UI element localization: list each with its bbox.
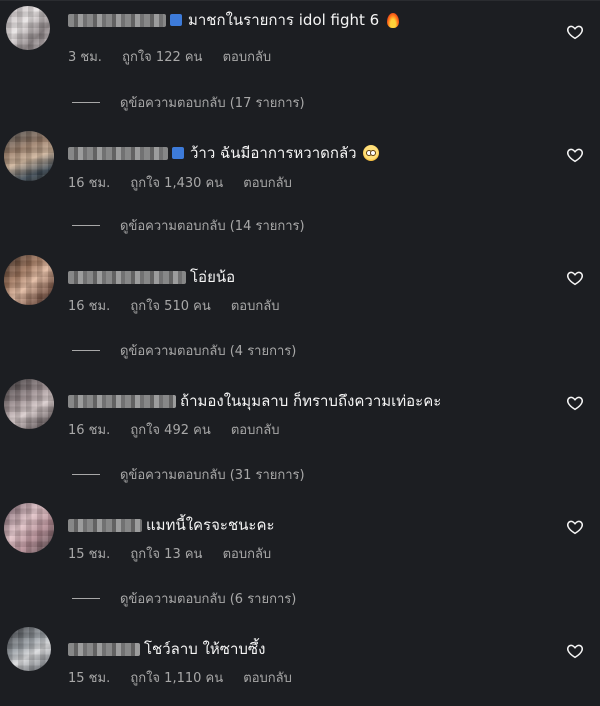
username-blurred[interactable] [68, 642, 140, 656]
replies-divider [72, 598, 100, 599]
comment-meta: 16 ชม. ถูกใจ 1,430 คน ตอบกลับ [68, 172, 308, 193]
like-count[interactable]: ถูกใจ 13 คน [130, 547, 202, 562]
like-count[interactable]: ถูกใจ 492 คน [130, 423, 210, 438]
comment-time: 15 ชม. [68, 671, 111, 686]
view-replies-button[interactable]: ดูข้อความตอบกลับ (17 รายการ) [72, 92, 305, 113]
view-replies-label[interactable]: ดูข้อความตอบกลับ (31 รายการ) [120, 464, 305, 485]
username-blurred[interactable] [68, 13, 166, 27]
reply-button[interactable]: ตอบกลับ [231, 423, 280, 438]
comment-meta: 16 ชม. ถูกใจ 510 คน ตอบกลับ [68, 295, 295, 316]
comment-time: 16 ชม. [68, 423, 111, 438]
view-replies-button[interactable]: ดูข้อความตอบกลับ (31 รายการ) [72, 464, 305, 485]
comment-text: โชว์ลาบ ให้ซาบซึ้ง [144, 640, 266, 658]
like-count[interactable]: ถูกใจ 1,430 คน [130, 176, 223, 191]
username-blurred[interactable] [68, 518, 142, 532]
view-replies-label[interactable]: ดูข้อความตอบกลับ (14 รายการ) [120, 215, 305, 236]
comment-time: 3 ชม. [68, 50, 102, 65]
heart-icon[interactable] [566, 269, 584, 287]
username-blurred[interactable] [68, 394, 176, 408]
view-replies-label[interactable]: ดูข้อความตอบกลับ (4 รายการ) [120, 340, 296, 361]
comment-header: โชว์ลาบ ให้ซาบซึ้ง [68, 637, 265, 661]
comment-header: มาชกในรายการ idol fight 6 [68, 8, 400, 32]
fire-icon [387, 12, 400, 28]
comment-meta: 15 ชม. ถูกใจ 1,110 คน ตอบกลับ [68, 667, 308, 688]
view-replies-button[interactable]: ดูข้อความตอบกลับ (4 รายการ) [72, 340, 296, 361]
comment-text: ถ้ามองในมุมลาบ ก็ทราบถึงความเท่อะคะ [180, 392, 442, 410]
verified-tag-icon [170, 14, 182, 26]
comment-header: แมทนี้ใครจะชนะคะ [68, 513, 275, 537]
reply-button[interactable]: ตอบกลับ [243, 176, 292, 191]
comment-time: 16 ชม. [68, 176, 111, 191]
replies-divider [72, 474, 100, 475]
reply-button[interactable]: ตอบกลับ [243, 671, 292, 686]
replies-divider [72, 350, 100, 351]
replies-divider [72, 225, 100, 226]
avatar[interactable] [4, 131, 54, 181]
avatar[interactable] [4, 503, 54, 553]
view-replies-label[interactable]: ดูข้อความตอบกลับ (6 รายการ) [120, 588, 296, 609]
reply-button[interactable]: ตอบกลับ [223, 50, 272, 65]
comment-time: 15 ชม. [68, 547, 111, 562]
avatar[interactable] [6, 6, 50, 50]
avatar[interactable] [4, 379, 54, 429]
view-replies-button[interactable]: ดูข้อความตอบกลับ (6 รายการ) [72, 588, 296, 609]
heart-icon[interactable] [566, 23, 584, 41]
comments-panel: มาชกในรายการ idol fight 6 3 ชม. ถูกใจ 12… [0, 0, 600, 706]
replies-divider [72, 102, 100, 103]
flushed-face-icon [362, 145, 379, 161]
comment-time: 16 ชม. [68, 299, 111, 314]
avatar[interactable] [7, 627, 51, 671]
comment-text: แมทนี้ใครจะชนะคะ [146, 516, 275, 534]
like-count[interactable]: ถูกใจ 510 คน [130, 299, 210, 314]
reply-button[interactable]: ตอบกลับ [231, 299, 280, 314]
comment-meta: 15 ชม. ถูกใจ 13 คน ตอบกลับ [68, 543, 287, 564]
comment-meta: 16 ชม. ถูกใจ 492 คน ตอบกลับ [68, 419, 295, 440]
view-replies-button[interactable]: ดูข้อความตอบกลับ (14 รายการ) [72, 215, 305, 236]
like-count[interactable]: ถูกใจ 122 คน [122, 50, 202, 65]
comment-header: ว้าว ฉันมีอาการหวาดกลัว [68, 141, 379, 165]
username-blurred[interactable] [68, 270, 186, 284]
comment-text: มาชกในรายการ idol fight 6 [188, 11, 380, 29]
comment-header: โอ่ยน้อ [68, 265, 235, 289]
verified-tag-icon [172, 147, 184, 159]
comment-header: ถ้ามองในมุมลาบ ก็ทราบถึงความเท่อะคะ [68, 389, 441, 413]
heart-icon[interactable] [566, 642, 584, 660]
avatar[interactable] [4, 255, 54, 305]
heart-icon[interactable] [566, 518, 584, 536]
heart-icon[interactable] [566, 394, 584, 412]
comment-meta: 3 ชม. ถูกใจ 122 คน ตอบกลับ [68, 46, 287, 67]
username-blurred[interactable] [68, 146, 168, 160]
view-replies-label[interactable]: ดูข้อความตอบกลับ (17 รายการ) [120, 92, 305, 113]
heart-icon[interactable] [566, 146, 584, 164]
like-count[interactable]: ถูกใจ 1,110 คน [130, 671, 223, 686]
reply-button[interactable]: ตอบกลับ [223, 547, 272, 562]
comment-text: ว้าว ฉันมีอาการหวาดกลัว [190, 144, 357, 162]
comment-text: โอ่ยน้อ [190, 268, 236, 286]
